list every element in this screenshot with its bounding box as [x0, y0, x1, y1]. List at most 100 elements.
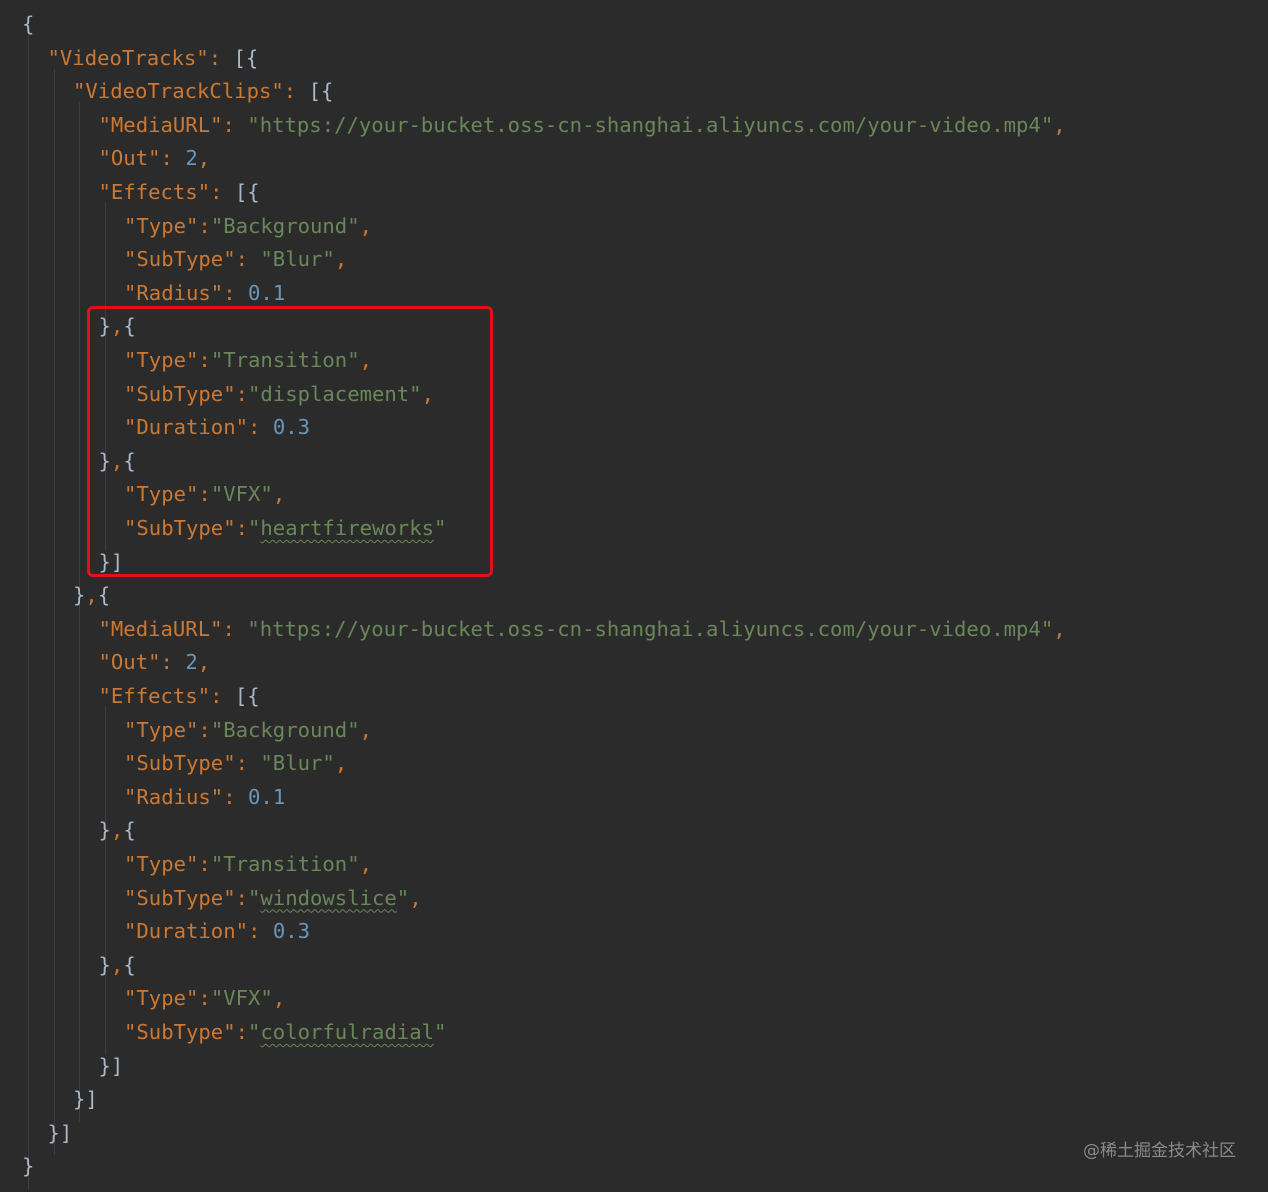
code-token: "https://your-bucket.oss-cn-shanghai.ali…: [247, 112, 1054, 137]
code-token: "Effects": [98, 684, 211, 708]
code-token: ,: [1053, 112, 1066, 137]
code-token: :: [235, 751, 261, 776]
spellcheck-token: windowslice: [260, 885, 397, 910]
code-token: ,: [409, 885, 422, 910]
code-token: ,: [359, 213, 373, 238]
code-token: :: [198, 717, 211, 742]
highlight-box: [87, 306, 493, 577]
code-token: "Blur": [260, 247, 335, 272]
code-token: "https://your-bucket.oss-cn-shanghai.ali…: [247, 616, 1054, 641]
code-token: ": [248, 1020, 261, 1044]
code-token: "Background": [210, 213, 360, 238]
code-token: {: [123, 952, 136, 977]
code-editor[interactable]: {"VideoTracks": [{"VideoTrackClips": [{"…: [0, 0, 1268, 1192]
code-token: "Type": [124, 213, 199, 238]
code-token: :: [223, 784, 249, 809]
code-token: "Radius": [124, 280, 224, 305]
indent-guide: [28, 35, 29, 1189]
code-token: ,: [110, 818, 124, 843]
code-line: "MediaURL": "https://your-bucket.oss-cn-…: [99, 108, 1066, 142]
code-token: }: [73, 583, 86, 608]
code-line: }]: [48, 1116, 73, 1150]
code-line: "SubType": "Blur",: [124, 746, 347, 780]
code-token: "VideoTracks": [47, 45, 209, 70]
code-token: "SubType": [124, 751, 236, 776]
code-token: }: [22, 1154, 35, 1179]
code-token: 0.1: [248, 784, 286, 809]
code-token: "MediaURL": [98, 112, 223, 137]
code-token: :: [210, 180, 235, 204]
code-line: "Out": 2,: [99, 645, 211, 679]
code-line: "MediaURL": "https://your-bucket.oss-cn-…: [99, 612, 1066, 646]
code-line: "SubType": "Blur",: [124, 242, 347, 276]
code-line: "Type":"VFX",: [124, 981, 285, 1015]
code-token: ": [396, 885, 410, 910]
code-token: :: [198, 852, 211, 876]
code-token: ,: [1053, 616, 1066, 641]
code-line: "Radius": 0.1: [124, 780, 285, 814]
code-token: "SubType": [124, 247, 236, 272]
code-token: :: [248, 919, 273, 944]
code-token: 2: [185, 146, 198, 171]
code-line: },{: [73, 578, 110, 612]
code-token: :: [198, 986, 211, 1011]
indent-guide: [53, 68, 55, 1156]
code-token: ,: [110, 952, 124, 977]
code-token: "VideoTrackClips": [73, 79, 284, 104]
code-token: :: [208, 45, 234, 70]
code-token: }: [98, 952, 111, 977]
code-line: "VideoTrackClips": [{: [73, 74, 333, 108]
code-token: :: [222, 112, 248, 137]
spellcheck-token: colorfulradial: [260, 1020, 434, 1044]
code-token: 2: [185, 650, 198, 675]
code-line: "VideoTracks": [{: [48, 41, 259, 75]
code-line: "Radius": 0.1: [124, 276, 285, 310]
code-token: [{: [233, 45, 259, 70]
code-token: {: [22, 12, 35, 36]
code-token: ": [248, 885, 261, 910]
code-token: ,: [334, 247, 348, 272]
code-token: :: [160, 650, 186, 675]
code-token: "MediaURL": [98, 616, 223, 641]
code-line: "SubType":"colorfulradial": [124, 1015, 446, 1049]
code-line: }]: [73, 1082, 98, 1116]
code-token: "SubType": [124, 1020, 236, 1044]
code-token: "SubType": [124, 885, 236, 910]
code-token: [{: [234, 180, 260, 204]
code-line: "Type":"Transition",: [124, 847, 372, 881]
code-token: 0.1: [248, 280, 286, 305]
code-token: "Background": [210, 717, 360, 742]
code-token: ": [434, 1020, 447, 1044]
code-line: }]: [99, 1049, 124, 1083]
code-token: :: [223, 280, 249, 305]
code-line: "Type":"Background",: [124, 713, 372, 747]
code-token: :: [222, 616, 248, 641]
code-token: :: [235, 247, 261, 272]
code-token: "Type": [124, 986, 199, 1011]
code-token: "Transition": [210, 852, 360, 876]
code-token: "Radius": [124, 784, 224, 809]
code-line: }: [22, 1149, 34, 1183]
code-token: }]: [98, 1053, 124, 1078]
code-token: }: [98, 818, 111, 843]
code-token: :: [198, 213, 211, 238]
code-token: [{: [308, 79, 334, 104]
code-token: "Type": [124, 717, 199, 742]
code-line: },{: [99, 948, 136, 982]
code-line: "Type":"Background",: [124, 209, 372, 243]
code-token: :: [235, 885, 248, 910]
watermark: @稀土掘金技术社区: [1083, 1141, 1236, 1161]
code-token: "Out": [98, 650, 161, 675]
code-token: "Duration": [124, 919, 248, 944]
code-line: },{: [99, 813, 136, 847]
code-token: {: [97, 583, 111, 608]
indent-guide: [104, 707, 106, 1055]
code-token: }]: [47, 1120, 73, 1145]
code-token: "Blur": [260, 751, 335, 776]
code-token: :: [235, 1020, 248, 1044]
code-token: [{: [234, 684, 260, 708]
code-token: ,: [197, 146, 211, 171]
code-line: "SubType":"windowslice",: [124, 881, 422, 915]
code-line: "Effects": [{: [99, 679, 260, 713]
code-token: :: [160, 146, 186, 171]
